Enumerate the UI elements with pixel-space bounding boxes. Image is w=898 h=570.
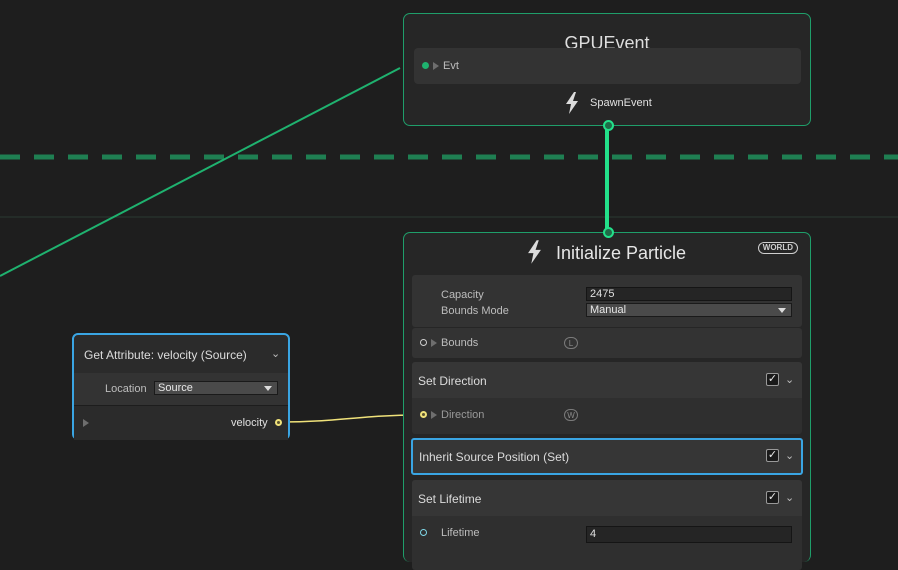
chevron-down-icon[interactable]: ⌄ xyxy=(785,491,794,504)
evt-slot-label: Evt xyxy=(443,60,459,72)
lifetime-input-port[interactable] xyxy=(420,529,427,536)
gpu-event-node[interactable]: GPUEvent Evt SpawnEvent xyxy=(403,13,811,131)
bounds-space-badge[interactable]: L xyxy=(564,337,578,349)
bounds-mode-label: Bounds Mode xyxy=(441,305,509,317)
velocity-output-label: velocity xyxy=(231,417,268,429)
set-direction-title: Set Direction xyxy=(418,374,487,388)
initialize-settings-panel: Capacity 2475 Bounds Mode Manual xyxy=(412,275,802,327)
lifetime-slot-label: Lifetime xyxy=(441,527,480,539)
set-lifetime-header: Set Lifetime ✓ ⌄ xyxy=(412,480,802,516)
inherit-source-position-title: Inherit Source Position (Set) xyxy=(419,450,570,464)
evt-slot-row: Evt xyxy=(414,48,801,84)
spawn-event-output: SpawnEvent xyxy=(404,92,810,114)
event-link-edge xyxy=(0,67,401,277)
bolt-icon xyxy=(566,92,578,114)
spawn-event-label: SpawnEvent xyxy=(590,97,652,109)
chevron-down-icon[interactable]: ⌄ xyxy=(785,449,794,462)
capacity-field[interactable]: 2475 xyxy=(586,287,792,301)
get-attribute-node[interactable]: Get Attribute: velocity (Source) ⌄ Locat… xyxy=(72,333,290,440)
flow-output-port[interactable] xyxy=(603,120,614,131)
chevron-down-icon xyxy=(264,386,272,391)
expand-arrow-icon[interactable] xyxy=(431,411,437,419)
chevron-down-icon[interactable]: ⌄ xyxy=(785,373,794,386)
capacity-label: Capacity xyxy=(441,289,484,301)
direction-space-badge[interactable]: W xyxy=(564,409,578,421)
expand-arrow-icon[interactable] xyxy=(431,339,437,347)
direction-input-port[interactable] xyxy=(420,411,427,418)
set-direction-block[interactable]: Set Direction ✓ ⌄ Direction W xyxy=(412,362,802,434)
bounds-mode-value: Manual xyxy=(590,304,627,316)
inherit-source-position-block[interactable]: Inherit Source Position (Set) ✓ ⌄ xyxy=(411,438,803,475)
location-value: Source xyxy=(158,382,193,394)
initialize-particle-node[interactable]: Initialize Particle WORLD Capacity 2475 … xyxy=(403,227,811,570)
bounds-mode-dropdown[interactable]: Manual xyxy=(586,303,792,317)
set-lifetime-block[interactable]: Set Lifetime ✓ ⌄ Lifetime 4 xyxy=(412,480,802,570)
get-attribute-header: Get Attribute: velocity (Source) ⌄ xyxy=(74,335,288,374)
location-label: Location xyxy=(105,383,147,395)
velocity-output-row: velocity xyxy=(74,406,288,440)
space-world-badge[interactable]: WORLD xyxy=(757,242,798,254)
set-lifetime-title: Set Lifetime xyxy=(418,492,482,506)
expand-arrow-icon[interactable] xyxy=(83,419,89,427)
set-direction-enabled-checkbox[interactable]: ✓ xyxy=(766,373,779,386)
initialize-title: Initialize Particle xyxy=(556,243,687,263)
chevron-down-icon[interactable]: ⌄ xyxy=(271,347,280,360)
get-attribute-title: Get Attribute: velocity (Source) xyxy=(84,348,247,362)
set-direction-header: Set Direction ✓ ⌄ xyxy=(412,362,802,398)
evt-input-port[interactable] xyxy=(422,62,429,69)
lifetime-field[interactable]: 4 xyxy=(586,526,792,543)
velocity-output-port[interactable] xyxy=(275,419,282,426)
bounds-row: Bounds L xyxy=(412,328,802,358)
location-dropdown[interactable]: Source xyxy=(154,381,278,395)
velocity-link-edge xyxy=(279,414,421,423)
flow-input-port[interactable] xyxy=(603,227,614,238)
bolt-icon xyxy=(528,240,541,264)
bounds-input-port[interactable] xyxy=(420,339,427,346)
set-lifetime-enabled-checkbox[interactable]: ✓ xyxy=(766,491,779,504)
inherit-source-position-enabled-checkbox[interactable]: ✓ xyxy=(766,449,779,462)
expand-arrow-icon[interactable] xyxy=(433,62,439,70)
location-row: Location Source xyxy=(74,373,288,406)
chevron-down-icon xyxy=(778,308,786,313)
bounds-label: Bounds xyxy=(441,337,479,349)
direction-slot-label: Direction xyxy=(441,409,485,421)
